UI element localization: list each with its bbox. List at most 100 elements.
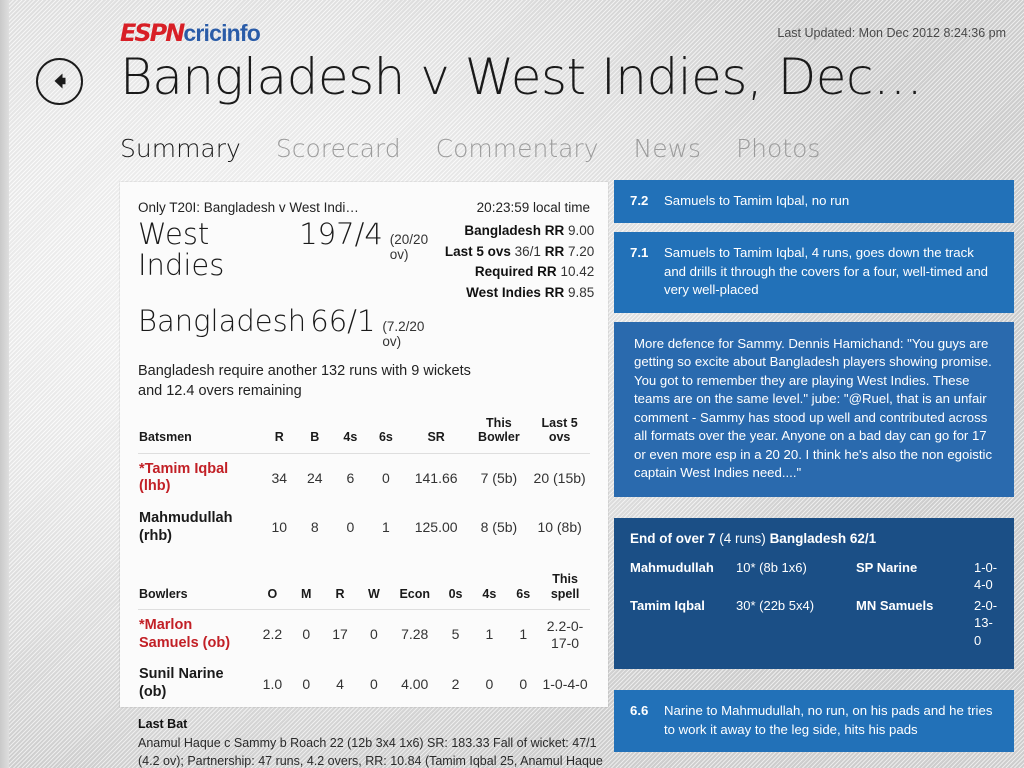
tab-commentary[interactable]: Commentary: [436, 134, 599, 163]
th-this-bowler: This Bowler: [468, 411, 530, 454]
batsman-this-bowler: 8 (5b): [480, 519, 518, 536]
bowler-name: Sunil Narine (ob): [139, 666, 224, 701]
bowler-runs: 4: [336, 675, 344, 692]
ball-text: Samuels to Tamim Iqbal, no run: [664, 193, 850, 208]
table-row: *Marlon Samuels (ob) 2.2 0 17 0 7.28 5 1…: [138, 610, 590, 660]
batsman-runs: 34: [271, 469, 288, 486]
bowler-dots: 2: [451, 675, 460, 692]
th-balls: B: [297, 411, 333, 454]
table-row: *Tamim Iqbal (lhb) 34 24 6 0 141.66 7 (5…: [138, 453, 590, 503]
batsman-sixes: 0: [382, 469, 390, 486]
th-sixes: 6s: [368, 411, 404, 454]
bowler-runs: 17: [332, 626, 348, 643]
bowler-name: *Marlon Samuels (ob): [139, 617, 231, 651]
rate-last5: Last 5 ovs 36/1 RR 7.20: [445, 242, 594, 263]
batsman-name: *Tamim Iqbal (lhb): [139, 460, 229, 495]
bowlers-header-row: Bowlers O M R W Econ 0s 4s 6s This spell: [138, 568, 590, 611]
end-of-over-title: End of over 7 (4 runs) Bangladesh 62/1: [630, 530, 998, 549]
commentary-ball-7-1[interactable]: 7.1 Samuels to Tamim Iqbal, 4 runs, goes…: [614, 232, 1014, 313]
partially-visible-row-text: [614, 669, 1014, 674]
bowler-spell: 1-0-4-0: [542, 675, 588, 692]
commentary-panel[interactable]: 7.2 Samuels to Tamim Iqbal, no run 7.1 S…: [614, 180, 1014, 768]
bowler-overs: 1.0: [262, 675, 283, 692]
batsman-fours: 0: [346, 519, 355, 536]
bowler-maidens: 0: [302, 626, 311, 643]
commentary-fan-comment[interactable]: More defence for Sammy. Dennis Hamichand…: [614, 321, 1014, 497]
th-bowler-runs: R: [323, 568, 357, 611]
commentary-ball-6-6[interactable]: 6.6 Narine to Mahmudullah, no run, on hi…: [614, 690, 1014, 753]
bowlers-table: Bowlers O M R W Econ 0s 4s 6s This spell…: [138, 568, 590, 707]
partially-visible-row: [614, 497, 1014, 509]
eo-bowler-stats: 2-0-13-0: [974, 597, 998, 648]
team-overs-west-indies: (20/20 ov): [389, 232, 429, 262]
rate-label-last5-rr: RR: [544, 243, 565, 259]
team-overs-bangladesh: (7.2/20 ov): [382, 318, 425, 349]
scorecard-panel[interactable]: Only T20I: Bangladesh v West Indi… 20:23…: [120, 182, 608, 707]
back-button[interactable]: [36, 58, 83, 105]
eo-bowler-stats: 1-0-4-0: [974, 559, 998, 593]
team-name-west-indies: West Indies: [138, 217, 225, 283]
team-name-bangladesh: Bangladesh: [138, 303, 307, 338]
end-of-over-grid: Mahmudullah 10* (8b 1x6) SP Narine 1-0-4…: [630, 559, 998, 650]
batsman-runs: 10: [271, 519, 288, 536]
table-row: Mahmudullah (rhb) 10 8 0 1 125.00 8 (5b)…: [138, 503, 590, 552]
end-of-over-label: End of over 7: [630, 530, 716, 546]
commentary-ball-7-2[interactable]: 7.2 Samuels to Tamim Iqbal, no run: [614, 180, 1014, 224]
eo-batsman-stats: 30* (22b 5x4): [736, 597, 815, 613]
commentary-end-of-over-7[interactable]: End of over 7 (4 runs) Bangladesh 62/1 M…: [614, 517, 1014, 670]
rate-value-west-indies-rr: 9.85: [567, 284, 595, 300]
cricinfo-wordmark: cricinfo: [183, 20, 261, 46]
bowler-maidens: 0: [302, 675, 311, 692]
bowler-wickets: 0: [369, 675, 378, 692]
target-requirement-text: Bangladesh require another 132 runs with…: [138, 362, 471, 400]
tab-bar: Summary Scorecard Commentary News Photos: [120, 134, 820, 163]
batsman-last5: 20 (15b): [533, 469, 586, 486]
bowler-economy: 7.28: [401, 626, 429, 643]
tab-photos[interactable]: Photos: [736, 134, 820, 163]
team-row-west-indies: West Indies 197/4 (20/20 ov): [138, 217, 445, 282]
th-bowler-fours: 4s: [472, 568, 507, 611]
th-this-spell: This spell: [540, 568, 590, 611]
th-overs: O: [255, 568, 290, 611]
last-bat-section: Last Bat Anamul Haque c Sammy b Roach 22…: [138, 716, 608, 768]
rate-label-west-indies-rr: West Indies RR: [466, 284, 565, 300]
espncricinfo-logo: ESPNcricinfo: [120, 19, 261, 47]
last-bat-text: Anamul Haque c Sammy b Roach 22 (12b 3x4…: [138, 735, 603, 768]
page-header: ESPNcricinfo Last Updated: Mon Dec 2012 …: [0, 0, 1024, 175]
th-bowler-sixes: 6s: [506, 568, 541, 611]
bowler-economy: 4.00: [401, 675, 429, 692]
rate-required-rr: Required RR 10.42: [445, 262, 594, 283]
bowler-fours: 0: [485, 675, 494, 692]
eo-batsman-name: Tamim Iqbal: [630, 597, 705, 613]
batsman-this-bowler: 7 (5b): [480, 469, 518, 486]
tab-scorecard[interactable]: Scorecard: [276, 134, 401, 163]
bowler-overs: 2.2: [262, 626, 283, 643]
rate-west-indies-rr: West Indies RR 9.85: [445, 283, 594, 304]
bowler-sixes: 0: [519, 675, 528, 692]
bowler-wickets: 0: [369, 626, 378, 643]
batsman-sixes: 1: [382, 519, 390, 536]
tab-summary[interactable]: Summary: [120, 134, 241, 163]
th-wickets: W: [356, 568, 391, 611]
bowler-sixes: 1: [519, 626, 528, 643]
batsman-fours: 6: [346, 469, 355, 486]
batsmen-header-row: Batsmen R B 4s 6s SR This Bowler Last 5 …: [138, 411, 590, 454]
batsman-balls: 8: [310, 519, 319, 536]
team-score-bangladesh: 66/1: [310, 303, 376, 338]
ball-number: 7.2: [630, 193, 649, 208]
local-time: 20:23:59 local time: [476, 200, 590, 215]
espn-wordmark: ESPN: [120, 19, 185, 47]
tab-news[interactable]: News: [634, 134, 702, 163]
scorecard-top-row: Only T20I: Bangladesh v West Indi… 20:23…: [138, 200, 590, 215]
eo-bowler-name: SP Narine: [856, 559, 918, 575]
th-bowlers: Bowlers: [138, 568, 256, 611]
rate-value-bangladesh-rr: 9.00: [567, 223, 595, 238]
ball-number: 6.6: [630, 703, 649, 719]
rate-value-required-rr: 10.42: [560, 264, 595, 280]
th-runs: R: [261, 411, 298, 454]
match-description: Only T20I: Bangladesh v West Indi…: [138, 200, 359, 215]
th-economy: Econ: [390, 568, 439, 611]
last-bat-title: Last Bat: [138, 717, 188, 731]
team-scores: West Indies 197/4 (20/20 ov) Bangladesh …: [138, 217, 445, 349]
page-title: Bangladesh v West Indies, Dec…: [120, 48, 923, 106]
